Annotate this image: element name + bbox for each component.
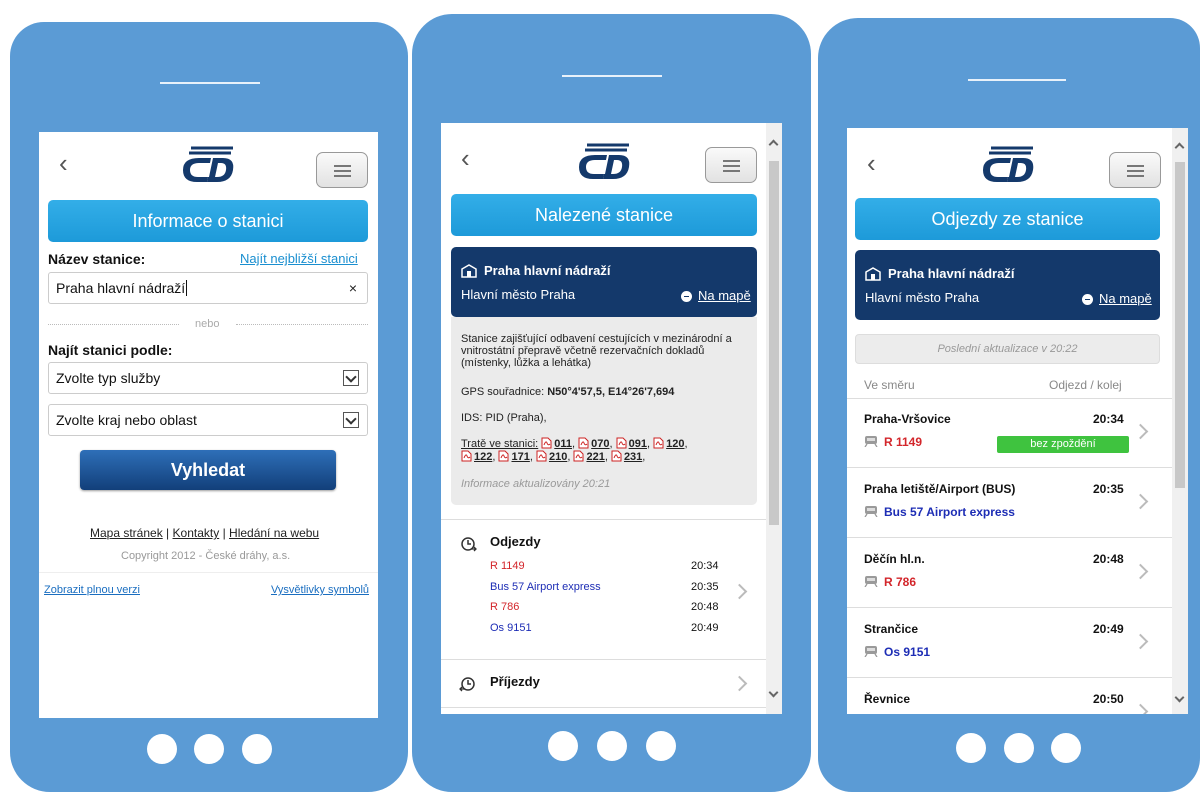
arrivals-heading: Příjezdy <box>490 674 540 689</box>
departure-train: Bus 57 Airport express <box>490 580 601 593</box>
home-button[interactable] <box>597 731 627 761</box>
departure-time: 20:35 <box>691 580 719 593</box>
speaker-slot <box>562 75 662 77</box>
departure-row[interactable]: Praha-Vršovice 20:34 R 1149 bez zpoždění <box>847 398 1173 468</box>
cd-logo <box>183 146 234 182</box>
chevron-right-icon[interactable] <box>1132 423 1149 440</box>
departure-time: 20:49 <box>691 621 719 634</box>
chevron-right-icon[interactable] <box>1132 493 1149 510</box>
departure-row[interactable]: Praha letiště/Airport (BUS) 20:35 Bus 57 A… <box>847 468 1173 538</box>
chevron-right-icon[interactable] <box>1132 633 1149 650</box>
chevron-right-icon[interactable] <box>1132 703 1149 714</box>
scroll-thumb[interactable] <box>1175 162 1185 488</box>
departure-row[interactable]: Strančice 20:49 Os 9151 <box>847 608 1173 678</box>
station-name-label: Název stanice: <box>48 251 146 267</box>
screen-found-stations: ‹ Nalezené stanice Praha hlavní nádraží … <box>441 123 782 714</box>
departures-list[interactable]: R 1149 20:34 Bus 57 Airport express 20:35 R … <box>441 123 767 643</box>
destination: Řevnice <box>864 692 911 706</box>
scrollbar[interactable] <box>766 123 782 714</box>
page-title: Informace o stanici <box>48 200 368 242</box>
search-button[interactable]: Vyhledat <box>80 450 336 490</box>
screen-station-info: ‹ Informace o stanici Název stanice: Naj… <box>39 132 378 718</box>
departure-time: 20:34 <box>1093 412 1124 426</box>
separator: | <box>166 526 170 540</box>
home-button[interactable] <box>242 734 272 764</box>
home-button[interactable] <box>548 731 578 761</box>
departure-time: 20:35 <box>1093 482 1124 496</box>
departure-row[interactable]: Řevnice 20:50 <box>847 678 1173 714</box>
departure-time: 20:49 <box>1093 622 1124 636</box>
departure-time: 20:48 <box>1093 552 1124 566</box>
home-button[interactable] <box>956 733 986 763</box>
departure-time: 20:48 <box>691 601 719 613</box>
departure-time: 20:34 <box>691 560 719 572</box>
departure-time: 20:50 <box>1093 692 1124 706</box>
destination: Strančice <box>864 622 919 636</box>
train-icon <box>864 436 878 447</box>
station-name-value: Praha hlavní nádraží <box>56 280 186 296</box>
departure-train: R 786 <box>490 601 520 613</box>
find-by-label: Najít stanici podle: <box>48 342 173 358</box>
web-search-link[interactable]: Hledání na webu <box>229 526 319 540</box>
scrollbar[interactable] <box>1172 128 1188 714</box>
or-divider-text: nebo <box>195 318 220 330</box>
full-version-link[interactable]: Zobrazit plnou verzi <box>44 584 140 596</box>
region-value: Zvolte kraj nebo oblast <box>56 412 197 428</box>
divider <box>441 659 767 660</box>
status-badge: bez zpoždění <box>997 436 1129 453</box>
hamburger-menu-icon[interactable] <box>316 152 368 188</box>
region-select[interactable]: Zvolte kraj nebo oblast <box>48 404 368 436</box>
arrivals-clock-icon <box>459 677 475 692</box>
contacts-link[interactable]: Kontakty <box>173 526 220 540</box>
sitemap-link[interactable]: Mapa stránek <box>90 526 163 540</box>
train-icon <box>864 646 878 657</box>
separator: | <box>222 526 226 540</box>
home-button[interactable] <box>1004 733 1034 763</box>
service-type-value: Zvolte typ služby <box>56 370 161 386</box>
departure-table: Praha-Vršovice 20:34 R 1149 bez zpoždění Pra… <box>847 128 1173 714</box>
train-number: R 1149 <box>884 435 923 449</box>
clear-icon[interactable]: × <box>349 273 357 303</box>
home-button[interactable] <box>1051 733 1081 763</box>
chevron-down-icon <box>343 412 359 428</box>
departure-train: Os 9151 <box>490 621 532 634</box>
symbols-link[interactable]: Vysvětlivky symbolů <box>271 584 369 596</box>
train-number: Bus 57 Airport express <box>884 505 1015 519</box>
departure-train: R 1149 <box>490 560 525 572</box>
home-button[interactable] <box>147 734 177 764</box>
divider <box>48 324 179 325</box>
destination: Praha letiště/Airport (BUS) <box>864 482 1016 496</box>
footer-links: Mapa stránek | Kontakty | Hledání na web… <box>90 526 319 540</box>
destination: Děčín hl.n. <box>864 552 925 566</box>
copyright: Copyright 2012 - České dráhy, a.s. <box>121 550 291 562</box>
scroll-up-icon[interactable] <box>1174 142 1185 153</box>
scroll-down-icon[interactable] <box>1174 692 1185 703</box>
speaker-slot <box>968 79 1066 81</box>
divider <box>236 324 368 325</box>
home-button[interactable] <box>194 734 224 764</box>
back-arrow-icon[interactable]: ‹ <box>59 150 79 176</box>
train-icon <box>864 576 878 587</box>
home-button[interactable] <box>646 731 676 761</box>
destination: Praha-Vršovice <box>864 412 951 426</box>
nearest-station-link[interactable]: Najít nejbližší stanici <box>240 251 358 266</box>
train-icon <box>864 506 878 517</box>
screen-departures: ‹ Odjezdy ze stanice Praha hlavní nádraž… <box>847 128 1188 714</box>
service-type-select[interactable]: Zvolte typ služby <box>48 362 368 394</box>
mockup-stage: ‹ Informace o stanici Název stanice: Naj… <box>0 0 1204 798</box>
top-bar: ‹ <box>39 132 378 196</box>
train-number: Os 9151 <box>884 645 931 659</box>
departure-row[interactable]: Děčín hl.n. 20:48 R 786 <box>847 538 1173 608</box>
scroll-thumb[interactable] <box>769 161 779 525</box>
train-number: R 786 <box>884 575 917 589</box>
divider <box>39 572 378 573</box>
scroll-down-icon[interactable] <box>768 687 779 698</box>
chevron-right-icon[interactable] <box>731 675 748 692</box>
speaker-slot <box>160 82 260 84</box>
station-name-input[interactable]: Praha hlavní nádraží × <box>48 272 368 304</box>
scroll-up-icon[interactable] <box>768 139 779 150</box>
chevron-right-icon[interactable] <box>1132 563 1149 580</box>
chevron-down-icon <box>343 370 359 386</box>
divider <box>441 707 767 708</box>
